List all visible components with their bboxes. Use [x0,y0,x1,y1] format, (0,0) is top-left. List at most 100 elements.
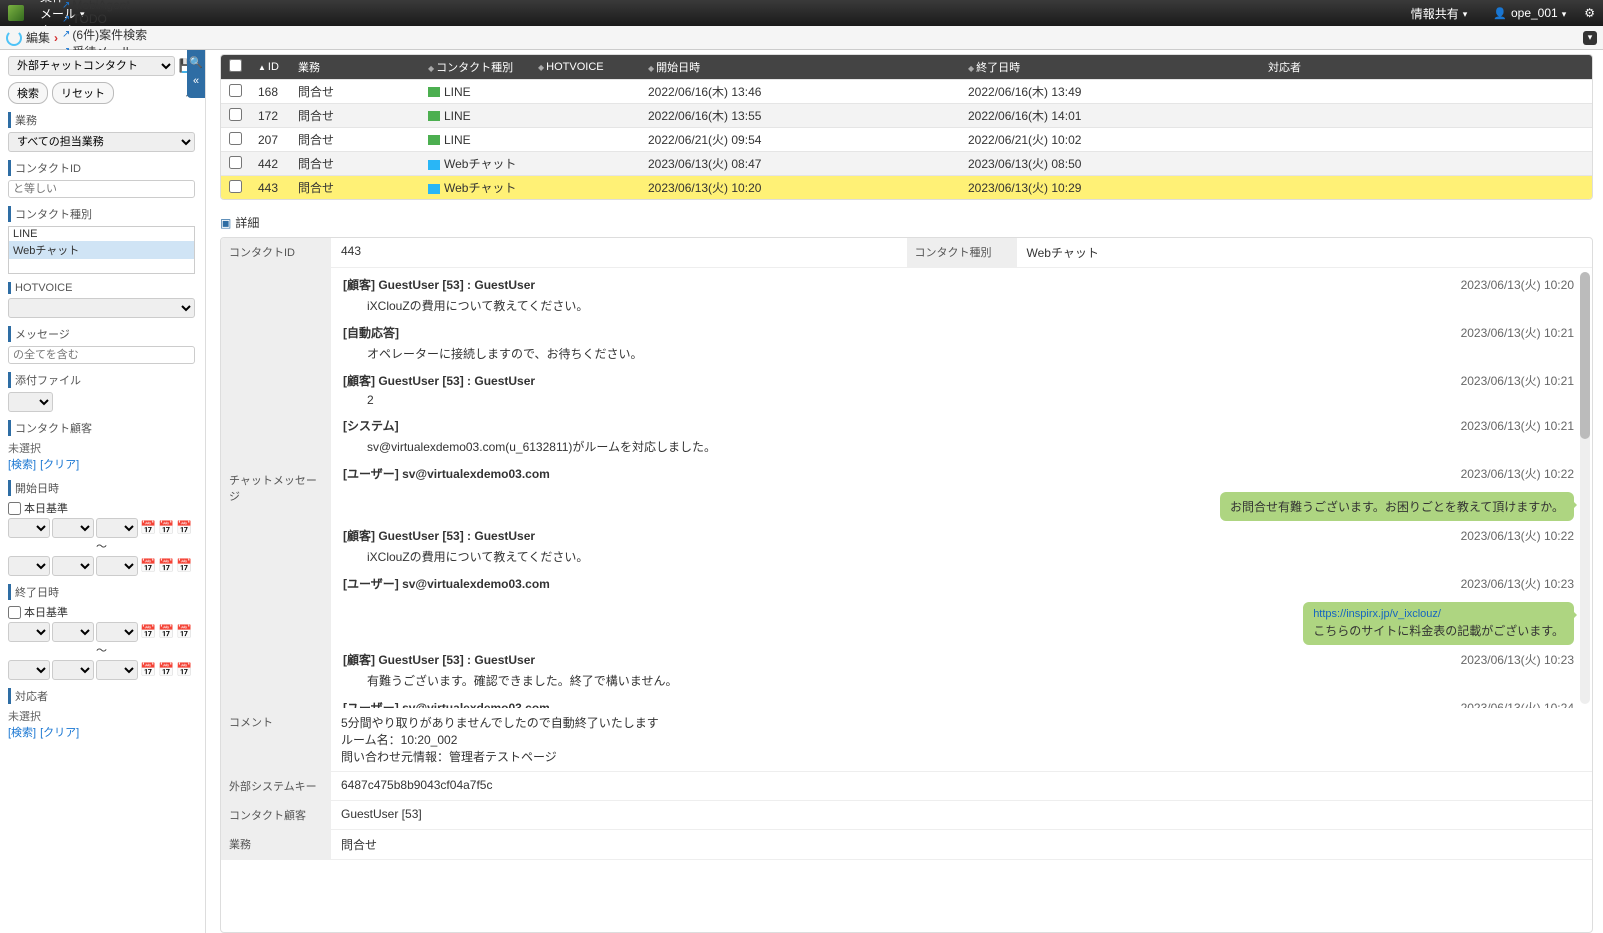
end-y1[interactable] [8,622,50,642]
start-d1[interactable] [96,518,138,538]
collapse-icon: « [193,75,199,87]
handler-search-link[interactable]: [検索] [8,727,36,739]
top-menu-bar: コンタクト登録顧客案件メールタスク業務サポートマスター管理 情報共有 ope_0… [0,0,1603,26]
breadcrumb-toggle-icon[interactable]: ▾ [1583,31,1597,45]
calendar-icon[interactable]: 📅 [140,662,156,678]
start-y1[interactable] [8,518,50,538]
detail-header: ▣ 詳細 [220,214,1593,231]
breadcrumb-item[interactable]: ↗ (6件)案件検索 [62,26,147,43]
type-icon [428,184,440,194]
type-icon [428,87,440,97]
detail-panel: コンタクトID443 コンタクト種別Webチャット チャットメッセージ [顧客]… [220,237,1593,933]
cust-unselected: 未選択 [8,440,195,456]
breadcrumb-edit[interactable]: 編集 [26,29,50,46]
select-all-check[interactable] [229,59,242,72]
popout-icon: ↗ [62,14,70,25]
calendar-icon[interactable]: 📅 [176,624,192,640]
popout-icon: ↗ [62,29,70,40]
breadcrumb-item[interactable]: ↗ TODO [62,12,147,26]
popout-icon: ↗ [62,0,70,11]
chat-body[interactable]: [顧客] GuestUser [53] : GuestUser2023/06/1… [331,268,1592,708]
table-row[interactable]: 442問合せWebチャット2023/06/13(火) 08:472023/06/… [221,152,1592,176]
calendar-icon[interactable]: 📅 [158,662,174,678]
calendar-icon[interactable]: 📅 [158,520,174,536]
section-end: 終了日時 [8,584,195,600]
comment-value: 5分間やり取りがありませんでしたので自動終了いたしますルーム名：10:20_00… [331,708,1592,771]
search-button[interactable]: 検索 [8,82,48,104]
chat-link[interactable]: https://inspirx.jp/v_ixclouz/ [1313,608,1564,620]
chat-bubble: https://inspirx.jp/v_ixclouz/こちらのサイトに料金表… [331,598,1592,647]
section-contact-id: コンタクトID [8,160,195,176]
chat-message: [自動応答]2023/06/13(火) 10:21オペレーターに接続しますので、… [331,320,1592,368]
start-d2[interactable] [96,556,138,576]
end-y2[interactable] [8,660,50,680]
info-share-menu[interactable]: 情報共有 [1403,5,1476,22]
calendar-icon[interactable]: 📅 [140,624,156,640]
logo-icon [8,5,24,21]
calendar-icon[interactable]: 📅 [176,520,192,536]
calendar-icon[interactable]: 📅 [140,520,156,536]
section-contact-cust: コンタクト顧客 [8,420,195,436]
chat-message: [ユーザー] sv@virtualexdemo03.com2023/06/13(… [331,571,1592,598]
chat-message: [顧客] GuestUser [53] : GuestUser2023/06/1… [331,523,1592,571]
chat-message: [顧客] GuestUser [53] : GuestUser2023/06/1… [331,272,1592,320]
end-d2[interactable] [96,660,138,680]
attach-select[interactable] [8,392,53,412]
scrollbar-thumb[interactable] [1580,272,1590,439]
end-m2[interactable] [52,660,94,680]
row-check[interactable] [229,180,242,193]
calendar-icon[interactable]: 📅 [158,624,174,640]
calendar-icon[interactable]: 📅 [176,558,192,574]
cust-clear-link[interactable]: [クリア] [40,459,79,471]
search-icon: 🔍 [189,56,203,69]
row-check[interactable] [229,156,242,169]
table-row[interactable]: 207問合せLINE2022/06/21(火) 09:542022/06/21(… [221,128,1592,152]
handler-clear-link[interactable]: [クリア] [40,727,79,739]
end-today-check[interactable] [8,606,21,619]
start-y2[interactable] [8,556,50,576]
gyomu-select[interactable]: すべての担当業務 [8,132,195,152]
table-row[interactable]: 168問合せLINE2022/06/16(木) 13:462022/06/16(… [221,80,1592,104]
chat-message: [顧客] GuestUser [53] : GuestUser2023/06/1… [331,647,1592,695]
hotvoice-select[interactable] [8,298,195,318]
section-handler: 対応者 [8,688,195,704]
loading-icon [6,30,22,46]
breadcrumb: 編集 › ↗ MobiAgent ↗ TODO ↗ (6件)案件検索 ↗ 受待メ… [0,26,1603,50]
contact-type-list[interactable]: LINE Webチャット [8,226,195,274]
start-m1[interactable] [52,518,94,538]
reset-button[interactable]: リセット [52,82,114,104]
start-m2[interactable] [52,556,94,576]
chat-bubble: お問合せ有難うございます。お困りごとを教えて頂けますか。 [331,488,1592,523]
start-today-check[interactable] [8,502,21,515]
gear-icon[interactable]: ⚙ [1584,6,1595,20]
section-gyomu: 業務 [8,112,195,128]
contact-table: ID 業務 コンタクト種別 HOTVOICE 開始日時 終了日時 対応者 168… [221,55,1592,199]
calendar-icon[interactable]: 📅 [158,558,174,574]
detail-icon: ▣ [220,216,231,230]
message-input[interactable] [8,346,195,364]
calendar-icon[interactable]: 📅 [176,662,192,678]
calendar-icon[interactable]: 📅 [140,558,156,574]
sidebar-handle[interactable]: 🔍« [187,50,205,98]
contact-source-select[interactable]: 外部チャットコンタクト [8,56,175,76]
row-check[interactable] [229,84,242,97]
breadcrumb-item[interactable]: ↗ MobiAgent [62,0,147,12]
row-check[interactable] [229,108,242,121]
section-attach: 添付ファイル [8,372,195,388]
cust-search-link[interactable]: [検索] [8,459,36,471]
end-m1[interactable] [52,622,94,642]
section-hotvoice: HOTVOICE [8,282,195,294]
filter-sidebar: 🔍« 外部チャットコンタクト 💾 検索 リセット ↗ 業務 すべての担当業務 コ… [0,50,206,933]
chat-message: [ユーザー] sv@virtualexdemo03.com2023/06/13(… [331,695,1592,708]
row-check[interactable] [229,132,242,145]
section-message: メッセージ [8,326,195,342]
end-d1[interactable] [96,622,138,642]
table-row[interactable]: 172問合せLINE2022/06/16(木) 13:552022/06/16(… [221,104,1592,128]
type-icon [428,160,440,170]
chat-message: [システム]2023/06/13(火) 10:21sv@virtualexdem… [331,413,1592,461]
user-menu[interactable]: ope_001 [1485,6,1574,20]
type-icon [428,111,440,121]
contact-id-input[interactable] [8,180,195,198]
table-row[interactable]: 443問合せWebチャット2023/06/13(火) 10:202023/06/… [221,176,1592,200]
chat-message: [顧客] GuestUser [53] : GuestUser2023/06/1… [331,368,1592,413]
